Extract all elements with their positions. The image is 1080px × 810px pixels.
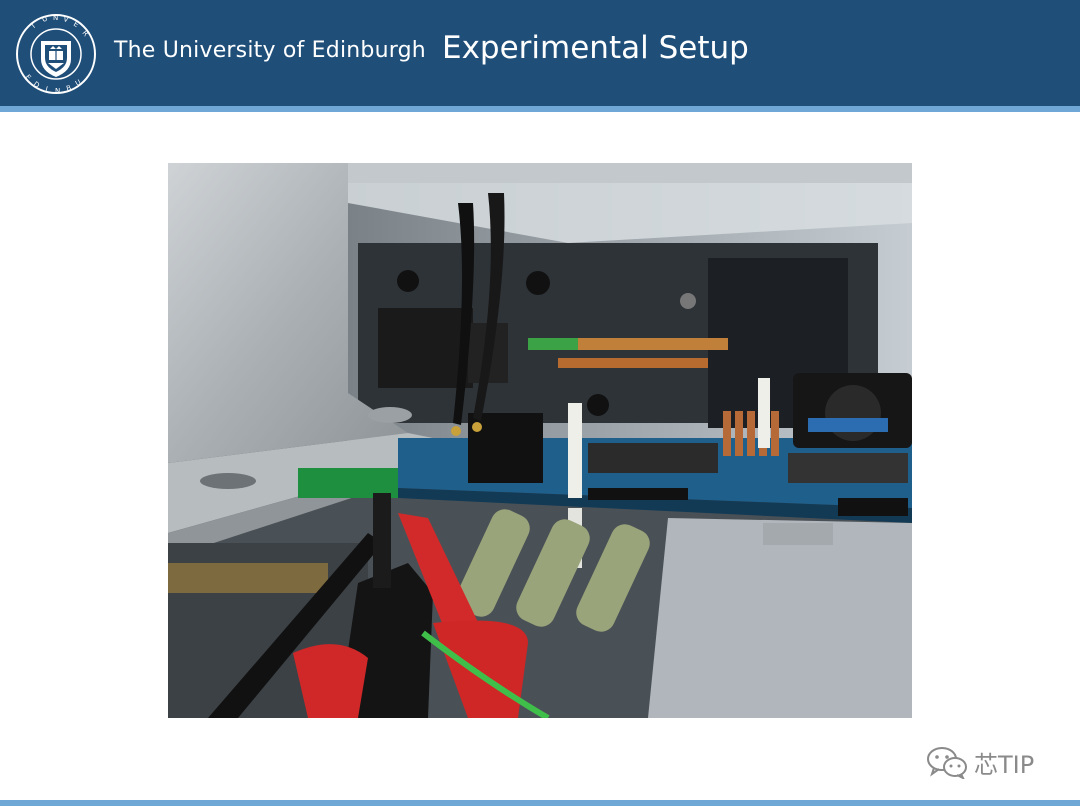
svg-text:V: V bbox=[62, 15, 69, 24]
svg-text:T: T bbox=[29, 21, 39, 31]
header-divider bbox=[0, 106, 1080, 112]
svg-text:E: E bbox=[72, 20, 80, 29]
watermark-text: 芯TIP bbox=[974, 750, 1035, 779]
university-name: The University of Edinburgh bbox=[114, 38, 426, 63]
header-bar: T U N V E R E D I N B U The University o… bbox=[0, 0, 1080, 106]
wechat-icon bbox=[927, 747, 967, 779]
experimental-setup-photo bbox=[168, 163, 912, 718]
slide-title: Experimental Setup bbox=[442, 30, 749, 66]
svg-text:R: R bbox=[80, 29, 89, 38]
watermark: 芯TIP bbox=[926, 744, 1034, 780]
university-crest-icon: T U N V E R E D I N B U bbox=[16, 14, 96, 95]
svg-text:N: N bbox=[53, 14, 58, 22]
svg-text:B: B bbox=[65, 84, 72, 93]
svg-text:N: N bbox=[55, 87, 60, 95]
footer-divider bbox=[0, 800, 1080, 806]
svg-text:U: U bbox=[74, 78, 82, 87]
